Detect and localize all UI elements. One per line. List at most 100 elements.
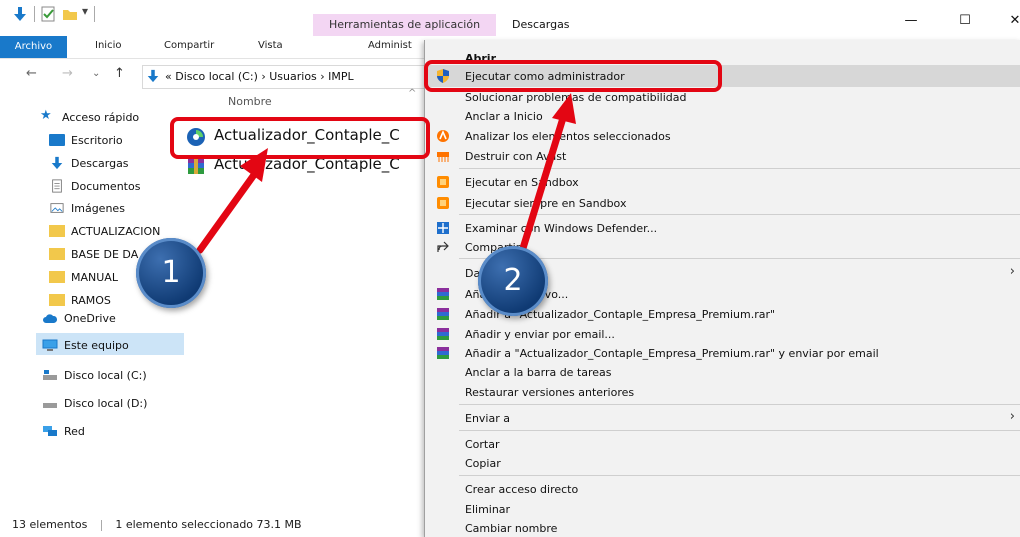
back-arrow-icon[interactable]: ← xyxy=(26,66,37,81)
sidebar-item-escritorio[interactable]: Escritorio xyxy=(49,134,123,147)
submenu-chevron-icon: › xyxy=(1009,409,1015,424)
computer-icon xyxy=(42,339,58,351)
menu-item-cambiar-nombre[interactable]: Cambiar nombre xyxy=(465,522,557,535)
step-badge-1: 1 xyxy=(136,238,206,308)
sidebar-item-documentos[interactable]: Documentos xyxy=(52,179,141,193)
menu-item-enviar-a[interactable]: Enviar a xyxy=(465,412,510,425)
menu-item-destruir-avast[interactable]: Destruir con Avast xyxy=(437,150,567,163)
status-selection: 1 elemento seleccionado 73.1 MB xyxy=(115,518,302,531)
menu-item-cortar[interactable]: Cortar xyxy=(465,438,500,451)
menu-item-copiar[interactable]: Copiar xyxy=(465,457,501,470)
close-button[interactable]: ✕ xyxy=(992,8,1020,34)
sidebar-item-disco-d[interactable]: Disco local (D:) xyxy=(43,397,147,410)
menu-item-anadir-rar-email[interactable]: Añadir a "Actualizador_Contaple_Empresa_… xyxy=(437,347,879,360)
tab-inicio[interactable]: Inicio xyxy=(95,40,121,51)
menu-item-label: Destruir con Avast xyxy=(465,150,567,163)
avast-icon xyxy=(437,129,449,142)
sidebar-item-disco-c[interactable]: Disco local (C:) xyxy=(43,369,147,382)
address-bar[interactable]: « Disco local (C:) › Usuarios › IMPL xyxy=(142,65,429,89)
sandbox-icon xyxy=(437,197,449,209)
properties-icon[interactable] xyxy=(40,6,56,22)
sidebar-item-label: Imágenes xyxy=(71,202,125,215)
title-bar: ▾ Herramientas de aplicación Descargas —… xyxy=(0,0,1020,36)
menu-item-anclar-inicio[interactable]: Anclar a Inicio xyxy=(465,110,543,123)
highlight-box-file xyxy=(170,117,430,159)
menu-item-eliminar[interactable]: Eliminar xyxy=(465,503,510,516)
defender-icon xyxy=(437,222,449,234)
menu-item-label: Analizar los elementos seleccionados xyxy=(465,130,671,143)
sidebar-item-label: Disco local (C:) xyxy=(64,369,147,382)
sidebar-item-onedrive[interactable]: OneDrive xyxy=(43,312,116,325)
menu-item-label: Examinar con Windows Defender... xyxy=(465,222,658,235)
new-folder-icon[interactable] xyxy=(62,6,78,22)
menu-item-label: Enviar a xyxy=(465,412,510,425)
recent-dropdown-icon[interactable]: ⌄ xyxy=(92,68,100,79)
sidebar-item-ramos[interactable]: RAMOS xyxy=(49,294,111,307)
menu-item-label: Ejecutar en Sandbox xyxy=(465,176,579,189)
menu-item-restaurar-versiones[interactable]: Restaurar versiones anteriores xyxy=(465,386,634,399)
forward-arrow-icon[interactable]: → xyxy=(62,66,73,81)
address-path: « Disco local (C:) › Usuarios › IMPL xyxy=(165,70,354,83)
menu-item-sandbox[interactable]: Ejecutar en Sandbox xyxy=(437,176,579,189)
menu-separator xyxy=(459,430,1020,431)
menu-item-anadir-email[interactable]: Añadir y enviar por email... xyxy=(437,328,615,341)
network-icon xyxy=(43,426,57,436)
download-arrow-icon[interactable] xyxy=(12,6,28,22)
folder-icon xyxy=(49,225,65,237)
sidebar-item-acceso-rapido[interactable]: ★ Acceso rápido xyxy=(40,108,140,124)
sidebar-item-actualizacion[interactable]: ACTUALIZACION xyxy=(49,225,161,238)
menu-separator xyxy=(459,258,1020,259)
sidebar-item-label: MANUAL xyxy=(71,271,118,284)
sidebar-item-imagenes[interactable]: Imágenes xyxy=(50,202,125,215)
menu-item-label: Crear acceso directo xyxy=(465,483,579,496)
menu-separator xyxy=(459,475,1020,476)
menu-separator xyxy=(459,404,1020,405)
qa-dropdown-icon[interactable]: ▾ xyxy=(82,4,88,18)
winrar-icon xyxy=(437,308,449,320)
menu-item-windows-defender[interactable]: Examinar con Windows Defender... xyxy=(437,222,658,235)
minimize-button[interactable]: — xyxy=(888,8,934,34)
winrar-icon xyxy=(437,328,449,340)
sidebar-item-label: Documentos xyxy=(71,180,141,193)
tab-archivo[interactable]: Archivo xyxy=(0,36,67,58)
download-folder-icon xyxy=(147,69,159,83)
arrow-line-1 xyxy=(196,168,260,254)
menu-separator xyxy=(459,168,1020,169)
sidebar-item-base-de-datos[interactable]: BASE DE DA xyxy=(49,248,139,261)
folder-icon xyxy=(49,294,65,306)
share-icon xyxy=(437,241,449,252)
drive-icon xyxy=(43,370,57,380)
step-badge-2: 2 xyxy=(478,246,548,316)
window-title: Descargas xyxy=(512,18,570,31)
menu-item-anclar-barra[interactable]: Anclar a la barra de tareas xyxy=(465,366,612,379)
menu-item-sandbox-siempre[interactable]: Ejecutar siempre en Sandbox xyxy=(437,197,626,210)
menu-item-label: Añadir a "Actualizador_Contaple_Empresa_… xyxy=(465,347,879,360)
tab-vista[interactable]: Vista xyxy=(258,40,283,51)
sidebar-item-label: Acceso rápido xyxy=(62,111,140,124)
menu-item-label: Restaurar versiones anteriores xyxy=(465,386,635,399)
menu-item-analizar[interactable]: Analizar los elementos seleccionados xyxy=(437,129,671,143)
cloud-icon xyxy=(43,314,58,323)
winrar-icon xyxy=(437,288,449,300)
download-icon xyxy=(51,156,63,170)
menu-item-crear-acceso[interactable]: Crear acceso directo xyxy=(465,483,578,496)
menu-item-label: Anclar a Inicio xyxy=(465,110,543,123)
up-arrow-icon[interactable]: ↑ xyxy=(114,66,125,81)
menu-item-solucionar-compatibilidad[interactable]: Solucionar problemas de compatibilidad xyxy=(465,91,686,104)
status-item-count: 13 elementos xyxy=(12,518,88,531)
sidebar-item-red[interactable]: Red xyxy=(43,425,85,438)
sidebar-item-descargas[interactable]: Descargas xyxy=(51,156,129,170)
winrar-icon xyxy=(437,347,449,359)
sidebar-item-label: BASE DE DA xyxy=(71,248,139,261)
sidebar-item-manual[interactable]: MANUAL xyxy=(49,271,118,284)
sidebar-item-label: ACTUALIZACION xyxy=(71,225,161,238)
sort-ascending-icon: ^ xyxy=(408,88,417,99)
maximize-button[interactable]: ☐ xyxy=(942,8,988,34)
tab-compartir[interactable]: Compartir xyxy=(164,40,214,51)
folder-icon xyxy=(49,271,65,283)
column-header-nombre[interactable]: Nombre xyxy=(228,95,272,108)
menu-item-label: Copiar xyxy=(465,457,501,470)
sidebar-item-este-equipo[interactable]: Este equipo xyxy=(42,339,129,352)
tab-herramientas-aplicacion[interactable]: Herramientas de aplicación xyxy=(313,14,496,36)
tab-administrar[interactable]: Administ xyxy=(368,40,412,51)
